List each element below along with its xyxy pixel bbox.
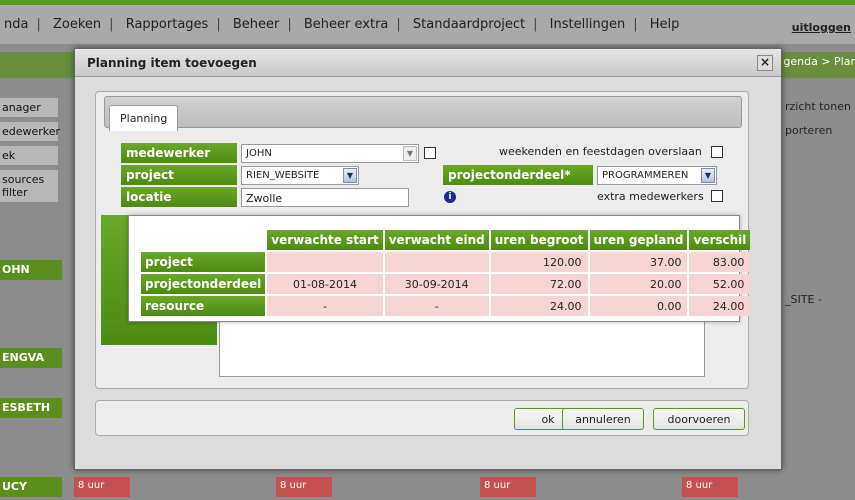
chevron-down-icon[interactable]: ▼ xyxy=(343,168,357,183)
column-header: uren gepland xyxy=(589,230,688,250)
weekenden-label: weekenden en feestdagen overslaan xyxy=(499,145,702,158)
locatie-label: locatie xyxy=(121,187,237,207)
menu-item-rapportages[interactable]: Rapportages xyxy=(126,17,209,32)
row-header: projectonderdeel xyxy=(141,274,266,294)
background-hours-cell: 8 uur xyxy=(276,477,332,497)
menu-item-standaardproject[interactable]: Standaardproject xyxy=(413,17,525,32)
projectonderdeel-label: projectonderdeel* xyxy=(443,165,593,185)
chevron-down-icon[interactable]: ▼ xyxy=(403,146,417,161)
background-hours-cell: 8 uur xyxy=(74,477,130,497)
top-menu-bar: nda | Zoeken | Rapportages | Beheer | Beheer… xyxy=(0,0,855,44)
projectonderdeel-select[interactable]: PROGRAMMEREN ▼ xyxy=(597,166,717,185)
background-filter-label: anager xyxy=(0,98,58,117)
table-cell: 72.00 xyxy=(490,274,588,294)
menu-item-instellingen[interactable]: Instellingen xyxy=(550,17,626,32)
menu-separator: | xyxy=(216,17,221,32)
background-filter-label: ek xyxy=(0,146,58,165)
menu-separator: | xyxy=(109,17,114,32)
medewerker-value: JOHN xyxy=(246,148,272,159)
menu-separator: | xyxy=(287,17,292,32)
table-cell: - xyxy=(267,296,383,316)
tab-bar: Planning xyxy=(104,96,742,131)
weekenden-checkbox[interactable] xyxy=(711,146,723,158)
table-cell: 01-08-2014 xyxy=(267,274,383,294)
background-person-row: ESBETH xyxy=(0,398,62,418)
table-cell: - xyxy=(384,296,489,316)
extra-medewerkers-checkbox[interactable] xyxy=(711,190,723,202)
menu-item-help[interactable]: Help xyxy=(650,17,680,32)
menu-separator: | xyxy=(396,17,401,32)
table-cell xyxy=(267,252,383,272)
menu-item-beheer[interactable]: Beheer xyxy=(233,17,280,32)
projectonderdeel-value: PROGRAMMEREN xyxy=(602,170,689,181)
menu-separator: | xyxy=(36,17,41,32)
dialog-footer: ok annuleren doorvoeren xyxy=(95,400,749,436)
background-person-row: OHN xyxy=(0,260,62,280)
table-cell: 120.00 xyxy=(490,252,588,272)
table-cell: 83.00 xyxy=(689,252,751,272)
column-header: verwacht eind xyxy=(384,230,489,250)
locatie-input[interactable]: Zwolle xyxy=(241,188,409,207)
column-header: verwachte start xyxy=(267,230,383,250)
background-person-row: UCY xyxy=(0,477,62,497)
background-site-text: _SITE - xyxy=(785,293,822,306)
medewerker-select[interactable]: JOHN ▼ xyxy=(241,144,419,163)
table-cell: 52.00 xyxy=(689,274,751,294)
close-icon[interactable]: × xyxy=(757,55,773,71)
extra-medewerkers-label: extra medewerkers xyxy=(597,190,704,203)
column-header: uren begroot xyxy=(490,230,588,250)
row-header: resource xyxy=(141,296,266,316)
table-row: projectonderdeel 01-08-2014 30-09-2014 7… xyxy=(141,274,751,294)
table-cell xyxy=(384,252,489,272)
hours-summary-table: verwachte start verwacht eind uren begro… xyxy=(139,228,752,318)
table-cell: 24.00 xyxy=(490,296,588,316)
background-breadcrumb: genda > Plar xyxy=(783,55,855,68)
medewerker-label: medewerker xyxy=(121,143,237,163)
row-header: project xyxy=(141,252,266,272)
medewerker-checkbox[interactable] xyxy=(424,147,436,159)
table-row: project 120.00 37.00 83.00 xyxy=(141,252,751,272)
background-filter-label: edewerker xyxy=(0,122,60,141)
background-overview-button: rzicht tonen xyxy=(785,100,851,113)
main-menu: nda | Zoeken | Rapportages | Beheer | Beheer… xyxy=(0,17,683,32)
background-hours-cell: 8 uur xyxy=(682,477,738,497)
tab-planning[interactable]: Planning xyxy=(109,105,179,131)
background-person-row: ENGVA xyxy=(0,348,62,368)
table-cell: 0.00 xyxy=(589,296,688,316)
info-icon[interactable]: i xyxy=(444,191,456,203)
cancel-button[interactable]: annuleren xyxy=(562,408,644,430)
column-header: verschil xyxy=(689,230,751,250)
apply-button[interactable]: doorvoeren xyxy=(653,408,745,430)
background-filter-label: sources filter xyxy=(0,170,58,202)
menu-separator: | xyxy=(533,17,538,32)
table-corner xyxy=(141,230,266,250)
table-header-row: verwachte start verwacht eind uren begro… xyxy=(141,230,751,250)
project-value: RIEN_WEBSITE xyxy=(246,170,320,181)
logout-link[interactable]: uitloggen xyxy=(792,21,851,34)
menu-item-agenda[interactable]: nda xyxy=(4,17,28,32)
project-label: project xyxy=(121,165,237,185)
menu-separator: | xyxy=(633,17,638,32)
background-export-button: porteren xyxy=(785,124,833,137)
table-cell: 30-09-2014 xyxy=(384,274,489,294)
project-select[interactable]: RIEN_WEBSITE ▼ xyxy=(241,166,359,185)
menu-item-zoeken[interactable]: Zoeken xyxy=(53,17,101,32)
background-hours-cell: 8 uur xyxy=(480,477,536,497)
chevron-down-icon[interactable]: ▼ xyxy=(701,168,715,183)
table-row: resource - - 24.00 0.00 24.00 xyxy=(141,296,751,316)
table-cell: 24.00 xyxy=(689,296,751,316)
table-cell: 20.00 xyxy=(589,274,688,294)
table-cell: 37.00 xyxy=(589,252,688,272)
menu-item-beheer-extra[interactable]: Beheer extra xyxy=(304,17,389,32)
dialog-title: Planning item toevoegen xyxy=(75,49,781,77)
hours-summary-popup: verwachte start verwacht eind uren begro… xyxy=(128,215,751,322)
